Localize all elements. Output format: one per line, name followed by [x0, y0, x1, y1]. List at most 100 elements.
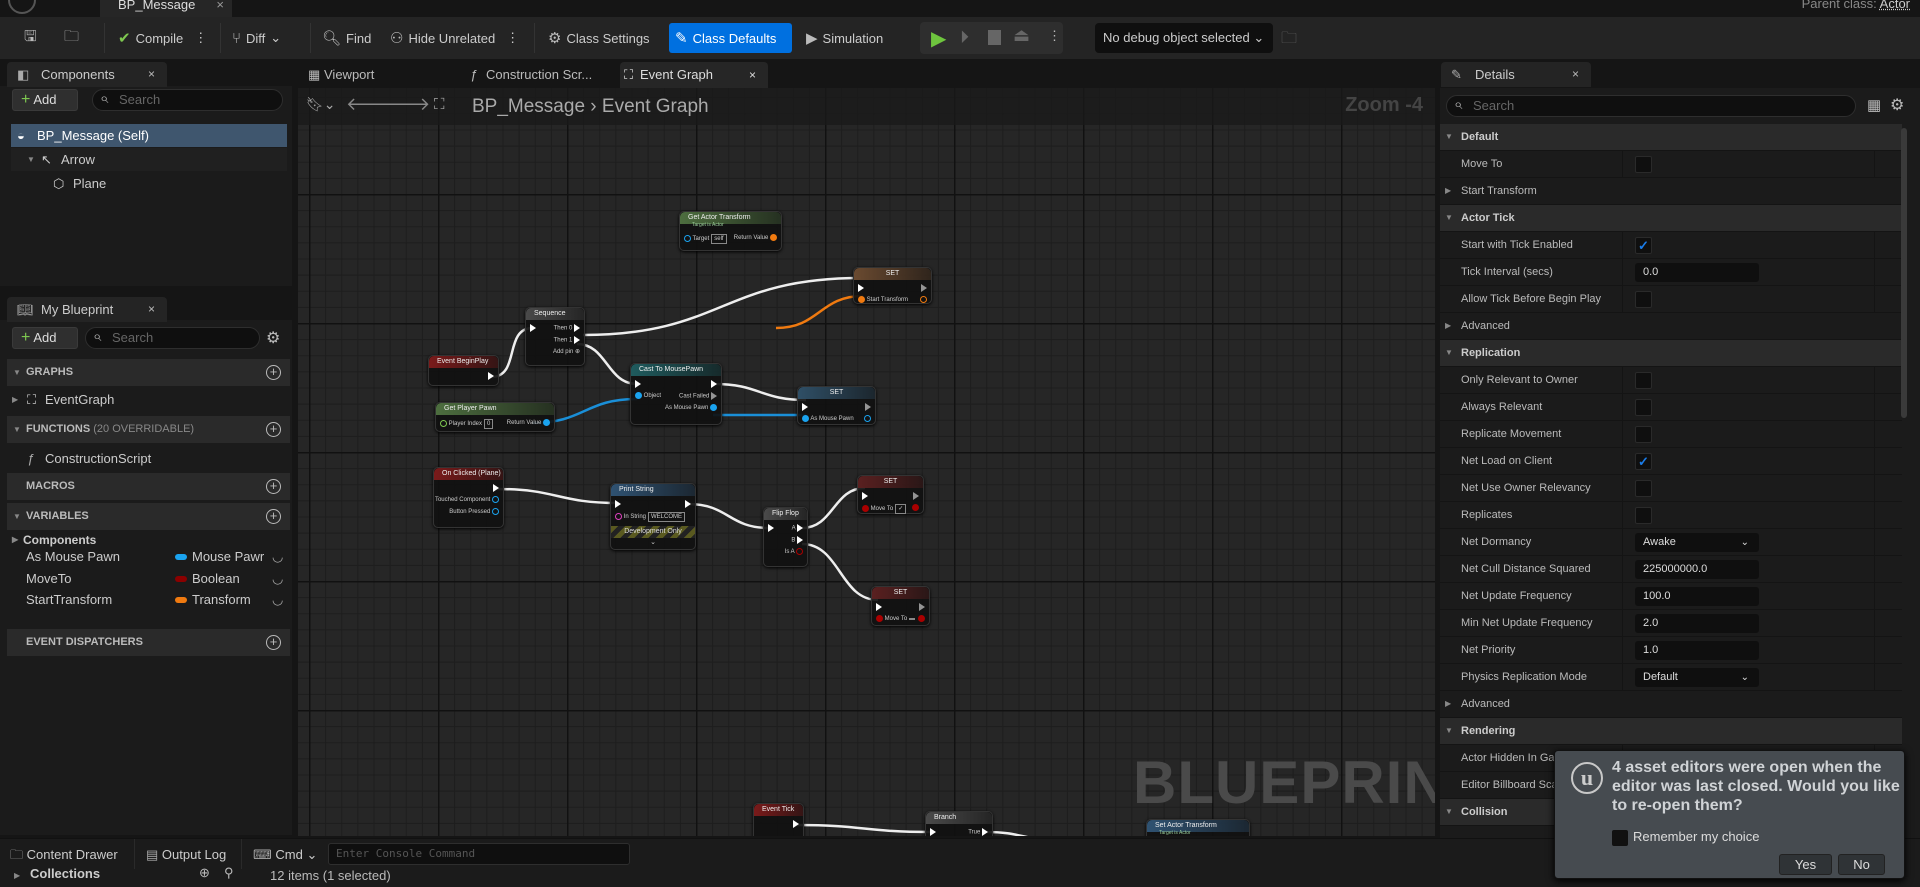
find-button[interactable]: 🔍︎ Find	[316, 23, 377, 53]
output-pin[interactable]	[918, 615, 925, 623]
exec-pin-icon[interactable]	[488, 372, 494, 380]
event-graph-canvas[interactable]: BLUEPRINT Get Actor TransformTarget is A…	[298, 88, 1435, 836]
output-pin[interactable]: Return Value	[734, 234, 777, 242]
property-checkbox[interactable]: ✓	[1635, 453, 1652, 470]
pin-default-value[interactable]: 0	[484, 419, 494, 429]
my-blueprint-search-input[interactable]: Search	[85, 327, 260, 349]
details-row[interactable]: Move To	[1440, 151, 1902, 178]
output-pin[interactable]	[912, 504, 919, 512]
details-scrollbar[interactable]	[1901, 128, 1907, 418]
expand-arrow-icon[interactable]: ▶	[12, 387, 18, 413]
input-pin[interactable]: Move To	[876, 615, 916, 623]
data-pin-icon[interactable]	[710, 404, 717, 411]
tab-my-blueprint[interactable]: 📖︎ My Blueprint ×	[7, 297, 167, 322]
component-self[interactable]: ◒ BP_Message (Self)	[11, 124, 287, 147]
input-pin[interactable]	[615, 500, 621, 509]
details-row[interactable]: Start with Tick Enabled ✓	[1440, 232, 1902, 259]
graph-node-ff[interactable]: Flip Flop A B Is A	[763, 507, 808, 567]
exec-pin-icon[interactable]	[862, 492, 868, 500]
output-pin[interactable]	[913, 492, 919, 501]
section-macros[interactable]: MACROS +	[7, 473, 290, 500]
bookmark-icon[interactable]: 🔖︎⌄	[306, 96, 336, 113]
wire[interactable]	[687, 502, 770, 530]
exec-pin-icon[interactable]	[574, 324, 580, 332]
output-pin[interactable]: Then 0	[554, 324, 580, 333]
wire[interactable]	[775, 294, 864, 330]
exec-pin-icon[interactable]	[793, 820, 799, 828]
property-input[interactable]: 1.0	[1635, 641, 1759, 660]
simulation-button[interactable]: ▶ Simulation	[800, 23, 889, 53]
graph-node-print[interactable]: Print String In String WELCOME Development…	[610, 483, 696, 550]
input-pin[interactable]: Player Index 0	[440, 419, 494, 429]
wire[interactable]	[801, 542, 879, 602]
collapse-arrow-icon[interactable]: ▼	[1445, 799, 1453, 825]
data-pin-icon[interactable]	[858, 296, 865, 303]
tab-construction-script[interactable]: ƒ Construction Scr...	[466, 62, 606, 88]
input-pin[interactable]	[858, 284, 864, 293]
tab-event-graph[interactable]: ⛶ Event Graph ×	[620, 62, 768, 88]
kebab-icon[interactable]: ⋮	[1048, 28, 1061, 44]
output-pin[interactable]	[493, 484, 499, 493]
details-row[interactable]: Tick Interval (secs) 0.0	[1440, 259, 1902, 286]
output-pin[interactable]: As Mouse Pawn	[665, 404, 717, 412]
class-defaults-button[interactable]: ✎ Class Defaults	[669, 23, 792, 53]
details-row[interactable]: Physics Replication Mode Default ⌄	[1440, 664, 1902, 691]
input-pin[interactable]	[530, 324, 536, 333]
exec-pin-icon[interactable]	[930, 828, 936, 836]
components-search-input[interactable]: Search	[92, 89, 283, 111]
graph-node-branch[interactable]: Branch True	[925, 811, 993, 836]
close-icon[interactable]: ×	[749, 62, 756, 88]
stop-icon[interactable]	[988, 30, 1001, 45]
property-dropdown[interactable]: Default ⌄	[1635, 668, 1759, 687]
data-pin-icon[interactable]	[615, 512, 622, 520]
property-checkbox[interactable]: ✓	[1635, 237, 1652, 254]
details-row[interactable]: Net Use Owner Relevancy	[1440, 475, 1902, 502]
exec-pin-outline-icon[interactable]	[865, 403, 871, 411]
variable-type[interactable]: Transform	[192, 589, 251, 611]
graph-node-seq[interactable]: Sequence Then 0 Then 1 Add pin ⊕	[525, 307, 585, 366]
property-input[interactable]: 100.0	[1635, 587, 1759, 606]
component-arrow[interactable]: ▼ ↖ Arrow	[11, 148, 287, 171]
variable-type[interactable]: Boolean	[192, 568, 240, 590]
graph-node-gpp[interactable]: Get Player Pawn Player Index 0 Return Valu…	[435, 402, 555, 432]
details-row[interactable]: Min Net Update Frequency 2.0	[1440, 610, 1902, 637]
wire[interactable]	[496, 487, 619, 505]
pin-default-value[interactable]: self	[711, 234, 727, 244]
visibility-eye-icon[interactable]: ◡	[272, 568, 283, 590]
output-pin[interactable]: Is A	[785, 548, 803, 556]
hide-unrelated-button[interactable]: ⚇ Hide Unrelated ⋮	[384, 23, 525, 53]
details-row[interactable]: ▼ Default	[1440, 124, 1902, 151]
data-pin-icon[interactable]	[492, 508, 499, 515]
collapse-arrow-icon[interactable]: ▼	[1445, 124, 1453, 150]
collapse-arrow-icon[interactable]: ▼	[1445, 340, 1453, 366]
output-pin[interactable]: Cast Failed	[679, 392, 717, 401]
input-pin[interactable]	[802, 403, 808, 412]
property-dropdown[interactable]: Awake ⌄	[1635, 533, 1759, 552]
add-circle-icon[interactable]: +	[266, 422, 281, 437]
pin-default-value[interactable]	[909, 618, 916, 621]
graph-node-gat[interactable]: Get Actor Transform Target is Actor Targe…	[679, 211, 782, 251]
details-row[interactable]: ▶ Advanced	[1440, 313, 1902, 340]
data-pin-icon[interactable]	[918, 615, 925, 622]
close-icon[interactable]: ×	[1572, 62, 1579, 87]
yes-button[interactable]: Yes	[1779, 854, 1832, 875]
output-pin[interactable]	[488, 372, 494, 381]
input-pin[interactable]	[768, 524, 774, 533]
output-pin[interactable]	[920, 296, 927, 304]
exec-pin-icon[interactable]	[797, 536, 803, 544]
kebab-icon[interactable]: ⋮	[506, 30, 519, 46]
details-row[interactable]: Net Dormancy Awake ⌄	[1440, 529, 1902, 556]
expand-arrow-icon[interactable]: ▶	[1445, 313, 1451, 339]
graph-node-set3[interactable]: SET Move To ✓	[857, 475, 924, 514]
expand-arrow-icon[interactable]: ▼	[27, 148, 35, 171]
data-pin-icon[interactable]	[920, 296, 927, 303]
close-icon[interactable]: ×	[148, 297, 155, 322]
variable-item[interactable]: As Mouse Pawn Mouse Pawr ◡	[7, 546, 290, 568]
input-pin[interactable]	[876, 603, 882, 612]
exec-pin-icon[interactable]	[615, 500, 621, 508]
exec-pin-icon[interactable]	[711, 380, 717, 388]
debug-find-icon[interactable]: 🗀	[1281, 27, 1297, 54]
wire[interactable]	[576, 342, 638, 386]
add-button[interactable]: + Add	[12, 327, 78, 349]
data-pin-icon[interactable]	[876, 615, 883, 622]
